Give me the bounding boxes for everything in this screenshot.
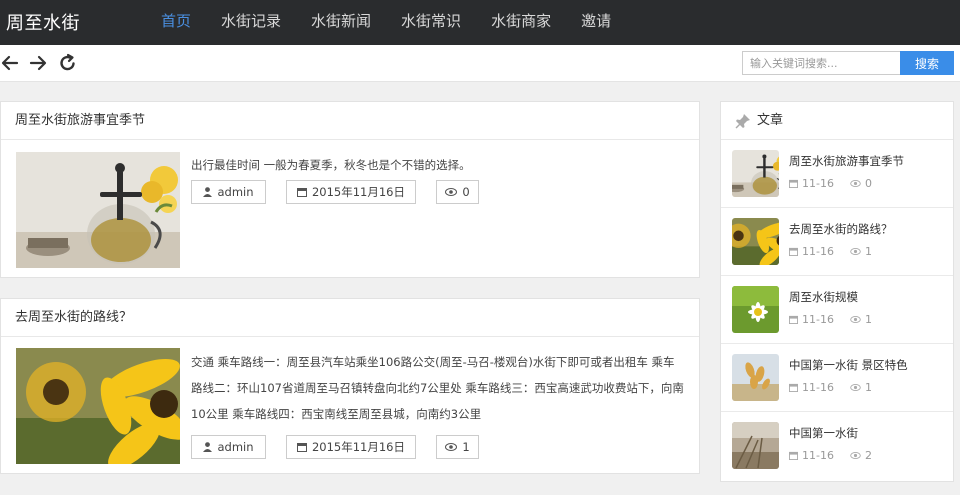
sidebar-article-item[interactable]: 周至水街规模 11-16 1	[721, 276, 953, 344]
pin-icon	[735, 114, 750, 129]
view-count: 1	[462, 440, 470, 454]
daisy-photo	[732, 286, 779, 333]
sidebar-article-views: 1	[864, 245, 872, 258]
eye-icon	[850, 316, 861, 323]
teapot-photo	[732, 150, 779, 197]
sidebar-article-views: 2	[864, 449, 872, 462]
view-count: 0	[462, 185, 470, 199]
sidebar-heading-text: 文章	[757, 113, 784, 128]
sidebar-article-date: 11-16	[802, 245, 834, 258]
article-excerpt: 交通 乘车路线一：周至县汽车站乘坐106路公交(周至-马召-楼观台)水街下即可或…	[191, 355, 684, 421]
article-date: 2015年11月16日	[311, 185, 406, 199]
sidebar-thumbnail	[732, 286, 779, 333]
sidebar-article-date: 11-16	[802, 177, 834, 190]
sidebar-article-title[interactable]: 周至水街规模	[789, 289, 858, 305]
eye-icon	[850, 384, 861, 391]
search-input[interactable]	[742, 51, 900, 75]
sidebar-thumbnail	[732, 422, 779, 469]
article-card: 周至水街旅游事宜季节 出行最佳时间 一般为春夏季，秋冬也是个不错的选择。 adm…	[0, 101, 700, 278]
teapot-photo	[16, 152, 180, 268]
article-title[interactable]: 去周至水街的路线？	[1, 299, 699, 337]
sidebar-article-views: 1	[864, 313, 872, 326]
nav-item-knowledge[interactable]: 水街常识	[386, 0, 476, 45]
main-nav: 首页 水街记录 水街新闻 水街常识 水街商家 邀请	[146, 0, 626, 45]
sidebar-article-date: 11-16	[802, 381, 834, 394]
site-logo[interactable]: 周至水街	[6, 9, 80, 35]
sidebar-article-item[interactable]: 去周至水街的路线？ 11-16 1	[721, 208, 953, 276]
eye-icon	[445, 188, 458, 196]
article-date: 2015年11月16日	[311, 440, 406, 454]
views-badge: 1	[436, 435, 479, 459]
author-badge[interactable]: admin	[191, 435, 266, 459]
top-navbar: 周至水街 首页 水街记录 水街新闻 水街常识 水街商家 邀请	[0, 0, 960, 45]
date-badge: 2015年11月16日	[286, 435, 416, 459]
sunflower-photo	[732, 218, 779, 265]
user-icon	[203, 442, 213, 452]
sidebar-article-views: 0	[864, 177, 872, 190]
sidebar-heading: 文章	[721, 102, 953, 140]
search-button[interactable]: 搜索	[900, 51, 954, 75]
calendar-icon	[789, 179, 798, 188]
eye-icon	[445, 443, 458, 451]
article-thumbnail[interactable]	[16, 152, 180, 268]
calendar-icon	[789, 247, 798, 256]
author-name: admin	[217, 185, 254, 199]
sidebar-article-title[interactable]: 中国第一水街 景区特色	[789, 357, 908, 373]
article-thumbnail[interactable]	[16, 348, 180, 464]
sidebar-article-item[interactable]: 中国第一水街 11-16 2	[721, 412, 953, 480]
nav-item-merchants[interactable]: 水街商家	[476, 0, 566, 45]
sidebar-article-date: 11-16	[802, 449, 834, 462]
views-badge: 0	[436, 180, 479, 204]
calendar-icon	[296, 443, 307, 452]
toolbar: 搜索	[0, 45, 960, 82]
date-badge: 2015年11月16日	[286, 180, 416, 204]
author-badge[interactable]: admin	[191, 180, 266, 204]
sidebar-article-views: 1	[864, 381, 872, 394]
sidebar-article-meta: 11-16 1	[789, 245, 872, 258]
sidebar-article-meta: 11-16 1	[789, 313, 872, 326]
sidebar-article-meta: 11-16 0	[789, 177, 872, 190]
nav-item-news[interactable]: 水街新闻	[296, 0, 386, 45]
sidebar-article-title[interactable]: 中国第一水街	[789, 425, 858, 441]
sidebar-article-meta: 11-16 2	[789, 449, 872, 462]
sidebar-thumbnail	[732, 354, 779, 401]
arrow-right-icon[interactable]	[28, 53, 48, 73]
calendar-icon	[789, 315, 798, 324]
calendar-icon	[789, 383, 798, 392]
sidebar-thumbnail	[732, 150, 779, 197]
wheat-photo	[732, 354, 779, 401]
sidebar-article-item[interactable]: 周至水街旅游事宜季节 11-16 0	[721, 140, 953, 208]
sidebar-article-item[interactable]: 中国第一水街 景区特色 11-16 1	[721, 344, 953, 412]
eye-icon	[850, 180, 861, 187]
nav-item-home[interactable]: 首页	[146, 0, 206, 45]
nav-item-invite[interactable]: 邀请	[566, 0, 626, 45]
user-icon	[203, 187, 213, 197]
sidebar-article-title[interactable]: 周至水街旅游事宜季节	[789, 153, 904, 169]
article-excerpt: 出行最佳时间 一般为春夏季，秋冬也是个不错的选择。	[191, 158, 471, 172]
sidebar-article-meta: 11-16 1	[789, 381, 872, 394]
refresh-icon[interactable]	[58, 53, 78, 73]
article-card: 去周至水街的路线？ 交通 乘车路线一：周至县汽车站乘坐106路公交(周至-马召-…	[0, 298, 700, 474]
sidebar-articles: 文章 周至水街旅游事宜季节 11-16 0 去周至水街的路线？ 11-16 1 …	[720, 101, 954, 482]
article-title[interactable]: 周至水街旅游事宜季节	[1, 102, 699, 140]
eye-icon	[850, 248, 861, 255]
sidebar-article-title[interactable]: 去周至水街的路线？	[789, 221, 893, 237]
sidebar-article-date: 11-16	[802, 313, 834, 326]
field-photo	[732, 422, 779, 469]
sunflower-photo	[16, 348, 180, 464]
calendar-icon	[789, 451, 798, 460]
nav-item-records[interactable]: 水街记录	[206, 0, 296, 45]
eye-icon	[850, 452, 861, 459]
author-name: admin	[217, 440, 254, 454]
arrow-left-icon[interactable]	[0, 53, 20, 73]
calendar-icon	[296, 188, 307, 197]
sidebar-thumbnail	[732, 218, 779, 265]
